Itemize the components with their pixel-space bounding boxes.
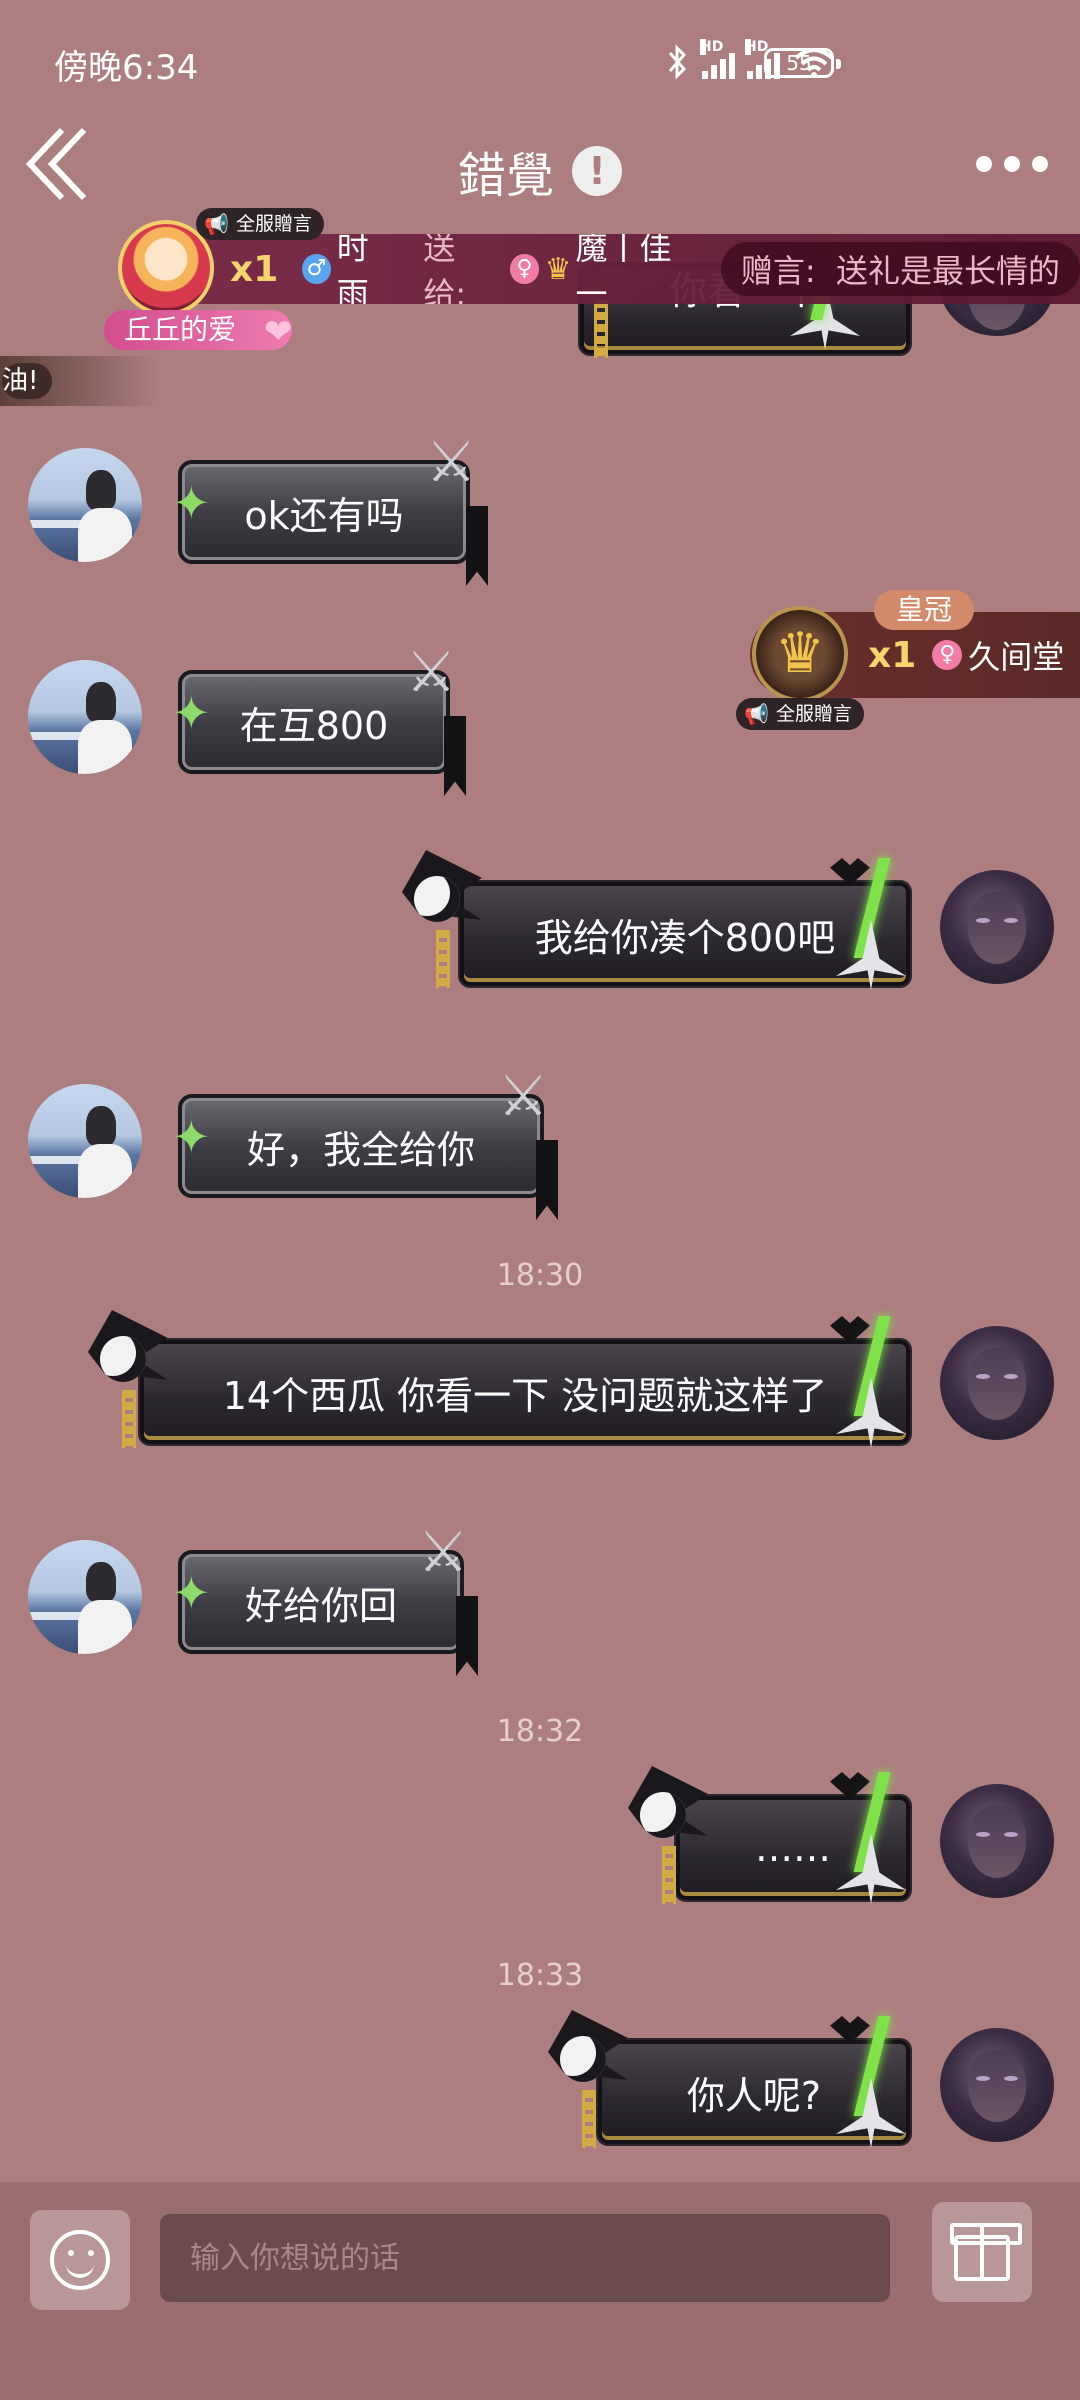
message-text: 我给你凑个800吧 [534, 915, 836, 960]
my-avatar[interactable] [940, 1326, 1054, 1440]
female-icon: ♀ [932, 640, 963, 670]
ribbon-decoration [456, 1596, 478, 1676]
message-bubble-left[interactable]: 好，我全给你 [178, 1094, 544, 1198]
my-avatar[interactable] [940, 2028, 1054, 2142]
message-bubble-right[interactable]: 14个西瓜 你看一下 没问题就这样了 [140, 1340, 910, 1444]
bubble-decoration-bolt [826, 1316, 916, 1456]
gift-receiver: 魔丨佳一 [575, 234, 672, 304]
message-text: 你人呢? [686, 2073, 822, 2118]
bubble-decoration-bolt [826, 858, 916, 998]
bubble-decoration-moon [88, 1310, 178, 1450]
signal-icon-1: HD [700, 39, 735, 79]
message-text: 好，我全给你 [246, 1127, 475, 1172]
status-bar: 傍晚6:34 HD HD 55 [0, 0, 1080, 126]
timestamp: 18:33 [496, 1958, 584, 1993]
gift-receiver: 久间堂 [968, 638, 1065, 676]
ribbon-decoration [466, 506, 488, 586]
smiley-icon [50, 2230, 110, 2290]
my-avatar[interactable] [940, 870, 1054, 984]
left-banner-text: 油! [2, 363, 53, 399]
star-decoration-icon: ✦ [172, 1566, 211, 1620]
gift-icon [950, 2223, 1022, 2281]
contact-avatar[interactable] [28, 448, 142, 562]
hd-label-2: HD [745, 39, 769, 55]
gift-message: 送礼是最长情的 [835, 252, 1060, 290]
star-decoration-icon: ✦ [172, 476, 211, 530]
chat-title: 錯覺 [457, 148, 554, 204]
heart-icon: ❤ [264, 312, 293, 352]
more-options-button[interactable] [976, 156, 1048, 172]
alert-icon[interactable]: ! [572, 146, 622, 196]
gift-name-pill: 皇冠 [874, 590, 975, 630]
gift-button[interactable] [932, 2202, 1032, 2302]
dot-icon [976, 156, 992, 172]
gift-banner[interactable]: x1 ♂ 时雨 送给: ♀ ♛ 魔丨佳一 赠言: 送礼是最长情的 [120, 234, 1080, 304]
message-text: 在互800 [239, 703, 389, 748]
message-text: …… [755, 1826, 831, 1870]
gift-count: x1 [868, 634, 917, 676]
contact-avatar[interactable] [28, 1540, 142, 1654]
gift-message-label: 赠言: [740, 252, 816, 290]
crown-icon: ♛ [752, 606, 848, 702]
pitchfork-decoration-icon: ⚔ [406, 640, 457, 705]
pitchfork-decoration-icon: ⚔ [426, 430, 477, 495]
my-avatar[interactable] [940, 1784, 1054, 1898]
bubble-decoration-moon [402, 850, 492, 990]
emoji-button[interactable] [30, 2210, 130, 2310]
battery-icon: 55 [764, 48, 841, 78]
star-decoration-icon: ✦ [172, 686, 211, 740]
pitchfork-decoration-icon: ⚔ [498, 1064, 549, 1129]
gift-message-pill: 赠言: 送礼是最长情的 [720, 242, 1080, 296]
chat-header: 錯覺! [0, 136, 1080, 206]
message-text: ok还有吗 [244, 493, 404, 538]
ribbon-decoration [444, 716, 466, 796]
left-banner-fragment: 油! [0, 356, 160, 406]
message-text: 14个西瓜 你看一下 没问题就这样了 [222, 1373, 828, 1418]
input-bar [0, 2182, 1080, 2400]
gift-to-label: 送给: [423, 234, 467, 304]
timestamp: 18:32 [496, 1714, 584, 1749]
male-icon: ♂ [302, 254, 331, 284]
dot-icon [1004, 156, 1020, 172]
bubble-decoration-moon [628, 1766, 718, 1906]
message-input[interactable] [160, 2214, 890, 2302]
bubble-decoration-moon [548, 2010, 638, 2150]
all-server-tag: 全服贈言 [736, 698, 865, 730]
dot-icon [1032, 156, 1048, 172]
all-server-tag: 全服贈言 [196, 208, 325, 240]
contact-avatar[interactable] [28, 1084, 142, 1198]
message-text: 好给你回 [244, 1583, 397, 1628]
star-decoration-icon: ✦ [172, 1110, 211, 1164]
hd-label-1: HD [700, 39, 724, 55]
crown-badge-icon: ♛ [544, 251, 572, 287]
gift-count: x1 [230, 248, 279, 290]
bubble-decoration-bolt [826, 1772, 916, 1912]
bubble-decoration-bolt [826, 2016, 916, 2156]
contact-avatar[interactable] [28, 660, 142, 774]
bluetooth-icon [668, 44, 687, 80]
status-time: 傍晚6:34 [54, 48, 199, 88]
pitchfork-decoration-icon: ⚔ [418, 1520, 469, 1585]
ribbon-decoration [536, 1140, 558, 1220]
timestamp: 18:30 [496, 1258, 584, 1293]
female-icon: ♀ [510, 254, 539, 284]
gift-sender: 时雨 [336, 234, 369, 304]
